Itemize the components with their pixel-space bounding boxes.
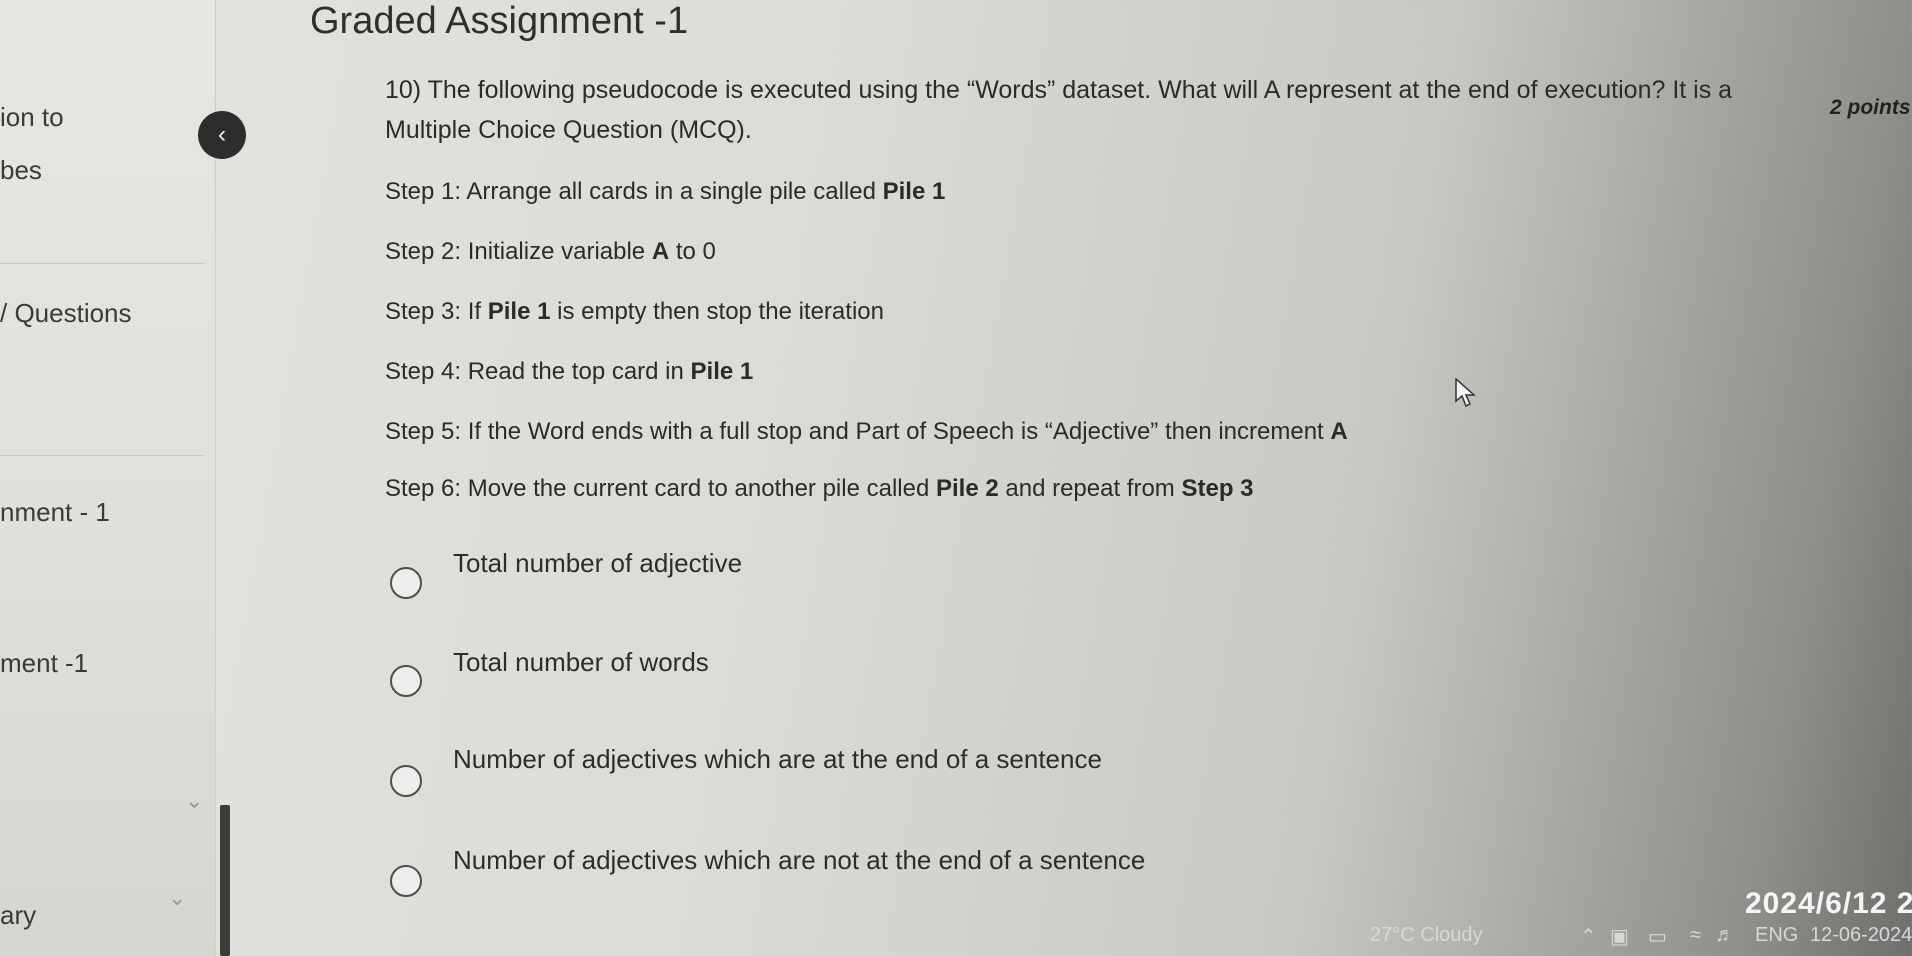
sidebar-scrollbar[interactable] [220, 805, 230, 956]
sidebar-item-assignment-1-alt[interactable]: ment -1 [0, 648, 88, 679]
pseudocode-step: Step 2: Initialize variable A to 0 [385, 238, 716, 265]
chevron-down-icon[interactable]: ⌄ [168, 885, 186, 911]
radio-button[interactable] [390, 765, 422, 797]
collapse-sidebar-button[interactable]: ‹ [198, 111, 246, 159]
chevron-left-icon: ‹ [218, 121, 226, 148]
pseudocode-step: Step 4: Read the top card in Pile 1 [385, 358, 754, 385]
radio-button[interactable] [390, 865, 422, 897]
question-text: 10) The following pseudocode is executed… [385, 76, 1733, 144]
language-indicator[interactable]: ENG [1755, 924, 1798, 947]
pseudocode-step: Step 3: If Pile 1 is empty then stop the… [385, 298, 884, 325]
sidebar-item-questions[interactable]: / Questions [0, 298, 132, 329]
sidebar-item-assignment-1[interactable]: nment - 1 [0, 497, 110, 528]
sidebar-item-introduction[interactable]: ion to [0, 102, 64, 133]
option-label[interactable]: Total number of words [453, 647, 709, 678]
wifi-icon[interactable]: ≈ [1690, 924, 1701, 947]
page-title: Graded Assignment -1 [310, 0, 689, 42]
mouse-cursor-icon [1455, 378, 1476, 408]
points-badge: 2 points [1830, 96, 1911, 119]
pseudocode-step: Step 5: If the Word ends with a full sto… [385, 418, 1348, 445]
pseudocode-step: Step 6: Move the current card to another… [385, 475, 1254, 502]
taskbar: 27°C Cloudy ⌃ ▣ ▭ ≈ ♬ ENG 12-06-2024 [1370, 918, 1912, 956]
network-icon[interactable]: ▣ [1610, 924, 1629, 949]
option-label[interactable]: Total number of adjective [453, 548, 742, 579]
option-label[interactable]: Number of adjectives which are not at th… [453, 845, 1145, 876]
sidebar: ion to bes / Questions nment - 1 ment -1… [0, 0, 216, 956]
option-label[interactable]: Number of adjectives which are at the en… [453, 744, 1102, 775]
sidebar-item-summary[interactable]: ary [0, 900, 36, 931]
radio-button[interactable] [390, 665, 422, 697]
sidebar-divider [0, 455, 205, 456]
photo-timestamp-overlay: 2024/6/12 21: [1745, 887, 1912, 920]
sidebar-item-resources[interactable]: bes [0, 155, 42, 186]
volume-icon[interactable]: ♬ [1715, 924, 1735, 947]
pseudocode-step: Step 1: Arrange all cards in a single pi… [385, 178, 946, 205]
taskbar-date[interactable]: 12-06-2024 [1810, 924, 1912, 947]
weather-widget[interactable]: 27°C Cloudy [1370, 924, 1483, 947]
chevron-up-icon[interactable]: ⌃ [1580, 924, 1597, 949]
chevron-down-icon[interactable]: ⌄ [185, 788, 203, 814]
battery-icon[interactable]: ▭ [1648, 924, 1667, 949]
radio-button[interactable] [390, 567, 422, 599]
sidebar-divider [0, 263, 205, 264]
